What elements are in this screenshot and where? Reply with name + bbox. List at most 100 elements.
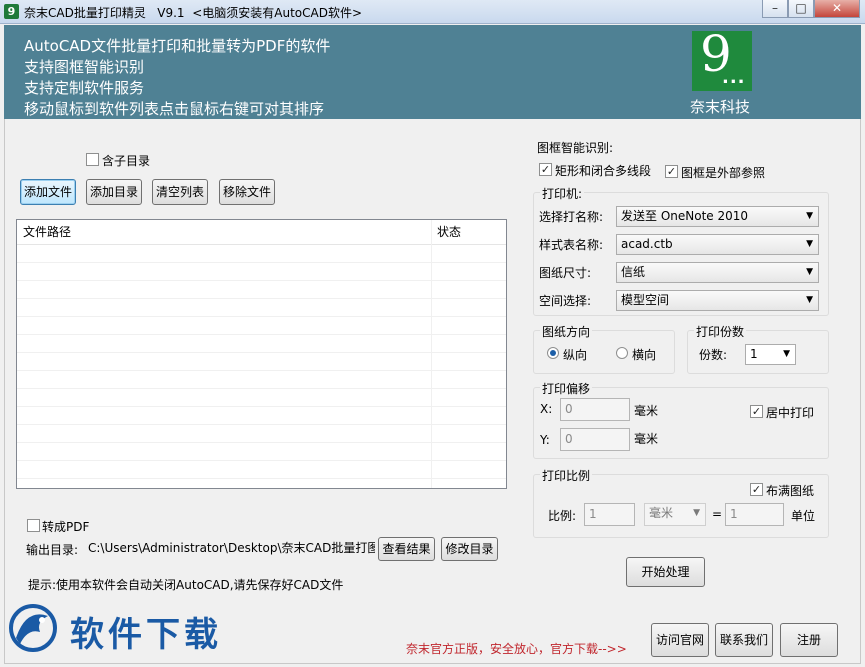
app-icon: 9 — [4, 4, 19, 19]
promo-text: 奈末官方正版，安全放心，官方下载-->> — [406, 642, 627, 656]
style-table-value: acad.ctb — [621, 237, 673, 251]
space-label: 空间选择: — [539, 294, 592, 308]
scale-unit-value: 毫米 — [649, 506, 674, 520]
table-row — [17, 443, 506, 461]
rect-polyline-checkbox[interactable]: ✓ — [539, 163, 552, 176]
printer-group-title: 打印机: — [540, 185, 585, 202]
table-row — [17, 425, 506, 443]
table-row — [17, 299, 506, 317]
contact-us-button[interactable]: 联系我们 — [715, 623, 773, 657]
scale-equals: = — [712, 507, 723, 521]
change-dir-button[interactable]: 修改目录 — [441, 537, 498, 561]
offset-y-input[interactable]: 0 — [560, 428, 630, 451]
banner-line-1: AutoCAD文件批量打印和批量转为PDF的软件 — [24, 37, 331, 55]
orientation-title: 图纸方向 — [540, 323, 593, 340]
chevron-down-icon: ▼ — [806, 239, 813, 249]
register-button[interactable]: 注册 — [780, 623, 838, 657]
hint-text: 提示:使用本软件会自动关闭AutoCAD,请先保存好CAD文件 — [28, 578, 344, 592]
scale-right-input[interactable]: 1 — [725, 503, 784, 526]
external-ref-label: 图框是外部参照 — [681, 166, 766, 180]
landscape-radio[interactable] — [616, 347, 628, 359]
scale-unit-select[interactable]: 毫米 ▼ — [644, 503, 706, 526]
scale-title: 打印比例 — [540, 467, 593, 484]
offset-title: 打印偏移 — [540, 380, 593, 397]
output-dir-field[interactable]: C:\Users\Administrator\Desktop\奈末CAD批量打图… — [88, 540, 375, 560]
external-ref-checkbox[interactable]: ✓ — [665, 165, 678, 178]
copies-value: 1 — [750, 347, 758, 361]
style-table-label: 样式表名称: — [539, 238, 604, 252]
offset-x-input[interactable]: 0 — [560, 398, 630, 421]
minimize-button[interactable]: – — [762, 0, 788, 18]
scale-ratio-label: 比例: — [548, 509, 577, 523]
table-row — [17, 245, 506, 263]
printer-name-select[interactable]: 发送至 OneNote 2010 ▼ — [616, 206, 819, 227]
chevron-down-icon: ▼ — [806, 295, 813, 305]
header-banner: AutoCAD文件批量打印和批量转为PDF的软件 支持图框智能识别 支持定制软件… — [4, 25, 861, 119]
file-list[interactable]: 文件路径 状态 — [16, 219, 507, 489]
table-row — [17, 263, 506, 281]
table-row — [17, 317, 506, 335]
offset-x-label: X: — [540, 402, 553, 416]
paper-size-select[interactable]: 信纸 ▼ — [616, 262, 819, 283]
add-file-button[interactable]: 添加文件 — [20, 179, 76, 205]
view-result-button[interactable]: 查看结果 — [378, 537, 435, 561]
column-file-path[interactable]: 文件路径 — [17, 220, 431, 244]
table-row — [17, 353, 506, 371]
start-button[interactable]: 开始处理 — [626, 557, 705, 587]
include-subdir-checkbox[interactable] — [86, 153, 99, 166]
title-bar: 9 奈末CAD批量打印精灵 V9.1 <电脑须安装有AutoCAD软件> – □… — [0, 0, 865, 24]
banner-line-4: 移动鼠标到软件列表点击鼠标右键可对其排序 — [24, 100, 325, 118]
banner-line-3: 支持定制软件服务 — [24, 79, 145, 97]
convert-pdf-checkbox[interactable] — [27, 519, 40, 532]
landscape-label: 横向 — [632, 348, 657, 362]
scale-unit-label: 单位 — [791, 509, 816, 523]
paper-size-value: 信纸 — [621, 265, 646, 279]
copies-label: 份数: — [699, 348, 728, 362]
frame-detect-title: 图框智能识别: — [537, 141, 614, 155]
fit-paper-label: 布满图纸 — [766, 484, 815, 498]
portrait-label: 纵向 — [563, 348, 588, 362]
banner-line-2: 支持图框智能识别 — [24, 58, 145, 76]
column-status[interactable]: 状态 — [431, 220, 506, 244]
chevron-down-icon: ▼ — [806, 211, 813, 221]
add-directory-button[interactable]: 添加目录 — [86, 179, 142, 205]
table-row — [17, 407, 506, 425]
table-row — [17, 461, 506, 479]
copies-title: 打印份数 — [694, 323, 747, 340]
company-name: 奈末科技 — [690, 98, 751, 116]
center-print-checkbox[interactable]: ✓ — [750, 405, 763, 418]
chevron-down-icon: ▼ — [806, 267, 813, 277]
table-row — [17, 335, 506, 353]
rect-polyline-label: 矩形和闭合多线段 — [555, 164, 652, 178]
chevron-down-icon: ▼ — [783, 349, 790, 359]
scale-left-input[interactable]: 1 — [584, 503, 635, 526]
portrait-radio[interactable] — [547, 347, 559, 359]
company-logo: 9 ... — [692, 25, 752, 91]
visit-website-button[interactable]: 访问官网 — [651, 623, 709, 657]
printer-name-value: 发送至 OneNote 2010 — [621, 209, 749, 223]
convert-pdf-label: 转成PDF — [42, 520, 90, 534]
printer-name-label: 选择打名称: — [539, 210, 604, 224]
file-list-header: 文件路径 状态 — [17, 220, 506, 245]
maximize-button[interactable]: □ — [788, 0, 814, 18]
offset-x-unit: 毫米 — [634, 404, 659, 418]
window-title: 奈末CAD批量打印精灵 V9.1 <电脑须安装有AutoCAD软件> — [24, 6, 362, 20]
table-row — [17, 281, 506, 299]
logo-dots: ... — [722, 67, 746, 88]
table-row — [17, 371, 506, 389]
style-table-select[interactable]: acad.ctb ▼ — [616, 234, 819, 255]
clear-list-button[interactable]: 清空列表 — [152, 179, 208, 205]
paper-size-label: 图纸尺寸: — [539, 266, 592, 280]
offset-y-unit: 毫米 — [634, 432, 659, 446]
dragon-logo-icon — [9, 604, 57, 652]
watermark-text: 软件下载 — [70, 615, 222, 655]
close-button[interactable]: ✕ — [814, 0, 860, 18]
chevron-down-icon: ▼ — [693, 508, 700, 518]
remove-file-button[interactable]: 移除文件 — [219, 179, 275, 205]
offset-y-label: Y: — [540, 433, 550, 447]
fit-paper-checkbox[interactable]: ✓ — [750, 483, 763, 496]
copies-select[interactable]: 1 ▼ — [745, 344, 796, 365]
include-subdir-label: 含子目录 — [102, 154, 151, 168]
space-select[interactable]: 模型空间 ▼ — [616, 290, 819, 311]
output-dir-label: 输出目录: — [26, 543, 79, 557]
